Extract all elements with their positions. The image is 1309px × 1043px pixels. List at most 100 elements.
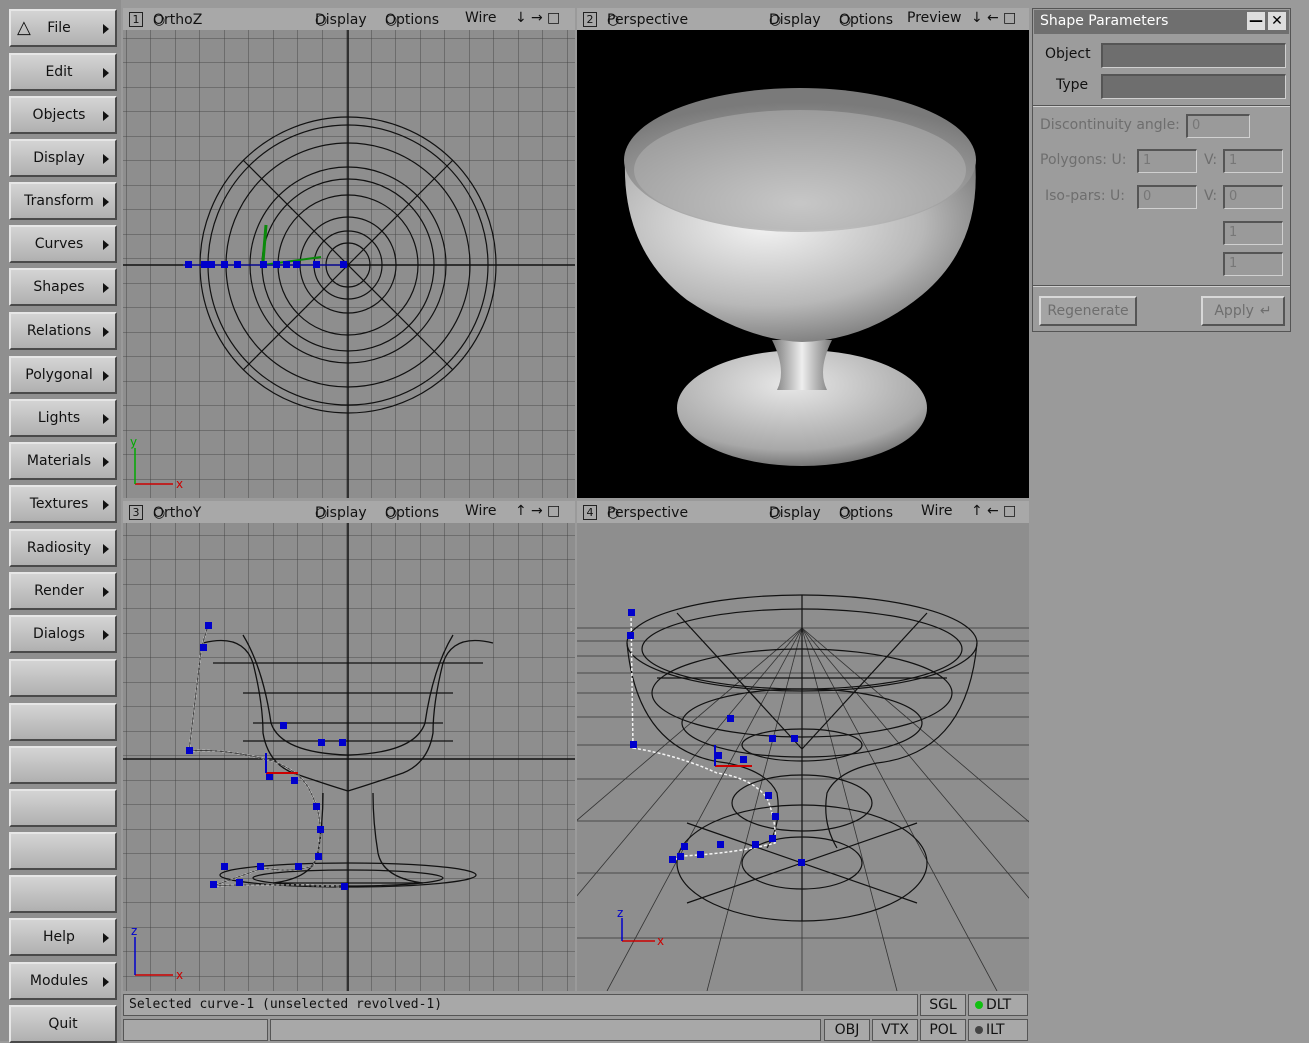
render-mode-button[interactable]: Wire — [921, 503, 953, 519]
viewport-4-header: 4 Perspective ○ Display ○ Options ○ Wire… — [577, 501, 1029, 524]
arrow-up-icon[interactable]: ↑ — [971, 503, 983, 519]
maximize-icon[interactable]: □ — [547, 503, 560, 519]
regenerate-button[interactable]: Regenerate — [1039, 296, 1137, 326]
sgl-toggle[interactable]: SGL — [920, 994, 966, 1016]
dropdown-icon: ○ — [769, 12, 782, 28]
menu-relations-button[interactable]: Relations — [9, 312, 117, 350]
extra-field-1[interactable]: 1 — [1223, 221, 1283, 245]
submenu-arrow-icon — [103, 24, 109, 34]
discontinuity-field[interactable]: 0 — [1186, 114, 1250, 138]
object-field[interactable] — [1101, 43, 1286, 68]
shape-parameters-panel: Shape Parameters — ✕ Object Type Discont… — [1032, 8, 1291, 332]
menu-modules-button[interactable]: Modules — [9, 962, 117, 1000]
viewport-3[interactable]: 3 OrthoY ○ Display ○ Options ○ Wire ↑ → … — [123, 501, 575, 991]
x-axis-label: x — [176, 968, 183, 982]
render-mode-button[interactable]: Wire — [465, 503, 497, 519]
maximize-icon[interactable]: □ — [547, 10, 560, 26]
dropdown-icon: ○ — [315, 505, 328, 521]
menu-empty-button[interactable] — [9, 746, 117, 784]
viewport-4[interactable]: 4 Perspective ○ Display ○ Options ○ Wire… — [577, 501, 1029, 991]
viewport-number: 2 — [583, 12, 597, 27]
dropdown-icon: ○ — [607, 12, 620, 28]
vtx-mode-button[interactable]: VTX — [872, 1019, 918, 1041]
menu-transform-button[interactable]: Transform — [9, 182, 117, 220]
quit-button[interactable]: Quit — [9, 1005, 117, 1043]
viewport-2[interactable]: 2 Perspective ○ Display ○ Options ○ Prev… — [577, 8, 1029, 498]
arrow-up-icon[interactable]: ↑ — [515, 503, 527, 519]
maximize-icon[interactable]: □ — [1003, 10, 1016, 26]
object-label: Object — [1045, 46, 1091, 62]
type-label: Type — [1056, 77, 1089, 93]
arrow-left-icon[interactable]: ← — [987, 503, 999, 519]
minimize-icon[interactable]: — — [1247, 12, 1265, 30]
submenu-arrow-icon — [103, 977, 109, 987]
perspective-wireframe: x z — [577, 594, 1029, 991]
menu-edit-button[interactable]: Edit — [9, 53, 117, 91]
panel-titlebar[interactable]: Shape Parameters — ✕ — [1034, 10, 1289, 34]
ilt-toggle[interactable]: ILT — [968, 1019, 1028, 1041]
menu-file-button[interactable]: △ File — [9, 9, 117, 47]
obj-mode-button[interactable]: OBJ — [824, 1019, 870, 1041]
submenu-arrow-icon — [103, 587, 109, 597]
status-message: Selected curve-1 (unselected revolved-1) — [123, 994, 918, 1016]
isopars-v-field[interactable]: 0 — [1223, 185, 1283, 209]
menu-textures-button[interactable]: Textures — [9, 485, 117, 523]
menu-curves-button[interactable]: Curves — [9, 225, 117, 263]
shaded-goblet-render — [624, 88, 976, 466]
discontinuity-label: Discontinuity angle: — [1040, 117, 1180, 133]
render-mode-button[interactable]: Wire — [465, 10, 497, 26]
submenu-arrow-icon — [103, 240, 109, 250]
side-view-wireframe: x z — [123, 523, 575, 991]
submenu-arrow-icon — [103, 327, 109, 337]
dlt-toggle[interactable]: DLT — [968, 994, 1028, 1016]
menu-empty-button[interactable] — [9, 875, 117, 913]
panel-title: Shape Parameters — [1040, 13, 1169, 29]
divider — [1033, 105, 1290, 107]
menu-radiosity-button[interactable]: Radiosity — [9, 529, 117, 567]
menu-display-button[interactable]: Display — [9, 139, 117, 177]
arrow-down-icon[interactable]: ↓ — [971, 10, 983, 26]
submenu-arrow-icon — [103, 283, 109, 293]
isopars-v-label: V: — [1204, 188, 1218, 204]
extra-field-2[interactable]: 1 — [1223, 252, 1283, 276]
menu-empty-button[interactable] — [9, 703, 117, 741]
enter-key-icon: ↵ — [1259, 303, 1272, 319]
menu-shapes-button[interactable]: Shapes — [9, 268, 117, 306]
viewport-3-canvas[interactable]: x z — [123, 523, 575, 991]
arrow-left-icon[interactable]: ← — [987, 10, 999, 26]
menu-render-button[interactable]: Render — [9, 572, 117, 610]
arrow-right-icon[interactable]: → — [531, 503, 543, 519]
polygons-u-field[interactable]: 1 — [1137, 149, 1197, 173]
menu-empty-button[interactable] — [9, 832, 117, 870]
dropdown-icon: ○ — [385, 12, 398, 28]
arrow-right-icon[interactable]: → — [531, 10, 543, 26]
maximize-icon[interactable]: □ — [1003, 503, 1016, 519]
top-view-wireframe: x y — [123, 30, 575, 498]
menu-empty-button[interactable] — [9, 789, 117, 827]
menu-lights-button[interactable]: Lights — [9, 399, 117, 437]
apply-button[interactable]: Apply ↵ — [1201, 296, 1285, 326]
viewport-2-canvas[interactable] — [577, 30, 1029, 498]
close-icon[interactable]: ✕ — [1268, 12, 1286, 30]
submenu-arrow-icon — [103, 197, 109, 207]
menu-objects-button[interactable]: Objects — [9, 96, 117, 134]
render-mode-button[interactable]: Preview — [907, 10, 962, 26]
viewport-1-canvas[interactable]: x y — [123, 30, 575, 498]
submenu-arrow-icon — [103, 544, 109, 554]
menu-polygonal-button[interactable]: Polygonal — [9, 356, 117, 394]
dropdown-icon: ○ — [839, 505, 852, 521]
viewport-4-canvas[interactable]: x z — [577, 523, 1029, 991]
menu-empty-button[interactable] — [9, 659, 117, 697]
polygons-v-field[interactable]: 1 — [1223, 149, 1283, 173]
menu-materials-button[interactable]: Materials — [9, 442, 117, 480]
dropdown-icon: ○ — [385, 505, 398, 521]
menu-help-button[interactable]: Help — [9, 918, 117, 956]
type-field[interactable] — [1101, 74, 1286, 99]
z-axis-label: z — [617, 906, 623, 920]
viewport-1[interactable]: 1 OrthoZ ○ Display ○ Options ○ Wire ↓ → … — [123, 8, 575, 498]
isopars-u-field[interactable]: 0 — [1137, 185, 1197, 209]
pol-mode-button[interactable]: POL — [920, 1019, 966, 1041]
submenu-arrow-icon — [103, 371, 109, 381]
menu-dialogs-button[interactable]: Dialogs — [9, 615, 117, 653]
arrow-down-icon[interactable]: ↓ — [515, 10, 527, 26]
